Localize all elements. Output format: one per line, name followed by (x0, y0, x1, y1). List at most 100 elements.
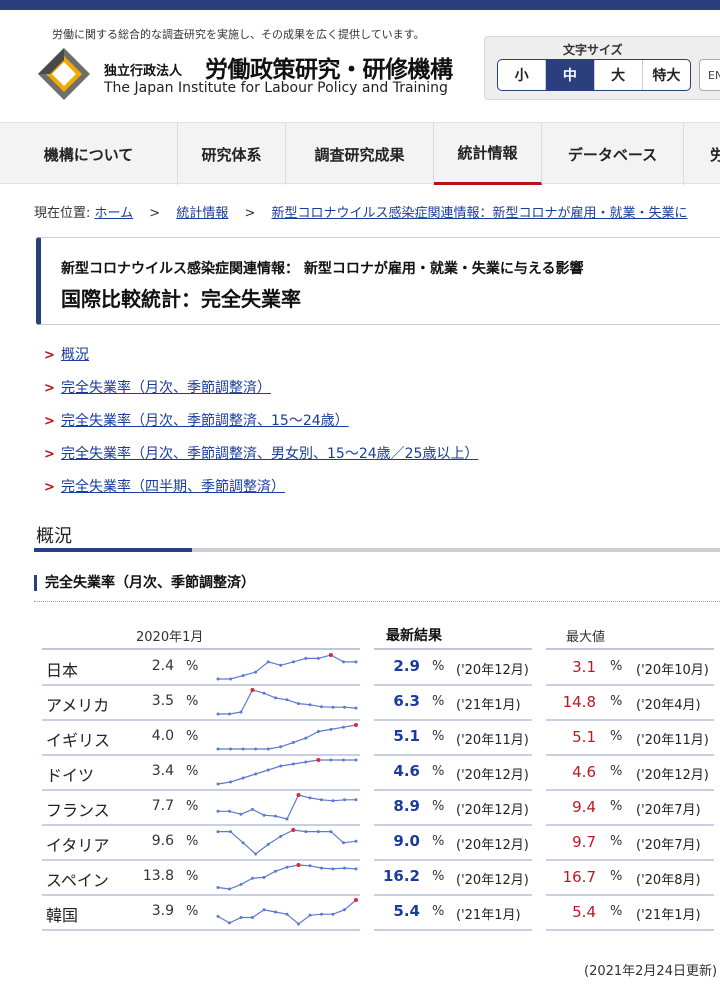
max-date: ('20年12月) (636, 768, 709, 783)
sparkline-point (343, 705, 346, 709)
sparkline-point (216, 747, 220, 751)
anchor-link-monthly-gender[interactable]: 完全失業率（月次、季節調整済、男女別、15～24歳／25歳以上） (61, 446, 478, 462)
font-size-buttons: 小 中 大 特大 (497, 59, 691, 91)
base-value: 3.9 (151, 903, 174, 919)
latest-value: 4.6 (393, 762, 420, 780)
font-size-small-button[interactable]: 小 (498, 60, 547, 90)
sparkline-point (239, 916, 243, 919)
unit: % (186, 904, 199, 919)
chevron-right-icon: > (44, 348, 55, 363)
sparkline-point (229, 780, 232, 784)
breadcrumb-statistics-link[interactable]: 統計情報 (176, 206, 228, 221)
latest-value: 5.4 (393, 902, 420, 920)
unit: % (186, 799, 199, 814)
section-heading: 概況 (36, 526, 72, 547)
unit: % (432, 799, 445, 814)
sparkline-point (228, 712, 231, 716)
sparkline-point (228, 921, 231, 925)
nav-item-database[interactable]: データベース (542, 123, 684, 185)
chevron-right-icon: > (44, 447, 55, 462)
sparkline-point (285, 865, 289, 869)
latest-value: 6.3 (393, 692, 420, 710)
jil-logo-icon[interactable] (36, 46, 92, 102)
country-name: 韓国 (46, 906, 79, 925)
trend-sparkline (216, 793, 358, 821)
page-title-box: 新型コロナウイルス感染症関連情報： 新型コロナが雇用・就業・失業に与える影響 国… (36, 237, 720, 325)
anchor-link-overview[interactable]: 概況 (61, 347, 89, 363)
sparkline-point (274, 814, 277, 818)
sparkline-point (316, 730, 320, 733)
sparkline-point (354, 839, 358, 843)
trend-sparkline (216, 828, 358, 856)
sparkline-point (279, 834, 283, 838)
unit: % (186, 869, 199, 884)
max-date: ('20年11月) (636, 733, 709, 748)
unit: % (610, 659, 623, 674)
unit: % (186, 764, 199, 779)
sparkline-point (279, 764, 283, 768)
breadcrumb-label: 現在位置: (34, 206, 91, 221)
sparkline-point (342, 725, 345, 729)
font-size-large-button[interactable]: 大 (595, 60, 643, 90)
unit: % (432, 869, 445, 884)
sparkline-point (216, 677, 220, 681)
sparkline-point (343, 866, 346, 870)
sparkline-line (217, 899, 357, 925)
unit: % (186, 834, 199, 849)
base-value: 2.4 (151, 658, 174, 674)
breadcrumb-separator: > (149, 206, 161, 221)
sparkline-max-point (354, 723, 358, 727)
breadcrumb-home-link[interactable]: ホーム (95, 206, 134, 221)
sparkline-point (316, 830, 320, 834)
trend-sparkline (216, 758, 358, 786)
org-name[interactable]: 労働政策研究・研修機構 (205, 50, 453, 84)
anchor-link-quarterly[interactable]: 完全失業率（四半期、季節調整済） (61, 479, 285, 495)
max-value: 14.8 (562, 693, 596, 711)
updated-date: (2021年2月24日更新) (584, 964, 718, 979)
font-size-xlarge-button[interactable]: 特大 (643, 60, 690, 90)
chevron-right-icon: > (44, 480, 55, 495)
anchor-link-monthly[interactable]: 完全失業率（月次、季節調整済） (61, 380, 271, 396)
sparkline-point (274, 869, 277, 873)
sparkline-max-point (296, 793, 301, 797)
sparkline-point (329, 758, 333, 762)
sparkline-point (216, 712, 220, 716)
table-row: イタリア 9.6% 9.0% ('20年12月) 9.7% ('20年7月) (42, 825, 720, 861)
breadcrumb-covid-link[interactable]: 新型コロナウイルス感染症関連情報：新型コロナが雇用・就業・失業に (272, 206, 688, 221)
anchor-link-monthly-youth[interactable]: 完全失業率（月次、季節調整済、15～24歳） (61, 413, 349, 429)
country-name: イタリア (46, 836, 110, 855)
nav-item-research-results[interactable]: 調査研究成果 (286, 123, 434, 185)
sparkline-point (266, 747, 270, 751)
latest-date: ('21年1月) (456, 908, 521, 923)
unit: % (610, 869, 623, 884)
nav-item-statistics[interactable]: 統計情報 (434, 123, 542, 185)
nav-item-about[interactable]: 機構について (0, 123, 178, 185)
list-item: > 概況 (44, 344, 478, 377)
english-button[interactable]: EN (699, 59, 720, 91)
latest-value: 16.2 (382, 867, 420, 885)
sparkline-point (308, 864, 312, 868)
max-date: ('20年7月) (636, 803, 701, 818)
sparkline-point (354, 706, 358, 710)
nav-item-research-system[interactable]: 研究体系 (178, 123, 286, 185)
font-size-medium-button[interactable]: 中 (546, 60, 595, 90)
trend-sparkline (216, 688, 358, 716)
country-name: スペイン (46, 871, 109, 890)
sparkline-point (266, 768, 270, 772)
nav-item-labor[interactable]: 労 (684, 123, 720, 185)
list-item: > 完全失業率（四半期、季節調整済） (44, 476, 478, 509)
sparkline-point (291, 762, 295, 766)
sparkline-point (241, 776, 245, 780)
sparkline-point (228, 887, 231, 891)
sparkline-point (239, 812, 243, 816)
site-tagline: 労働に関する総合的な調査研究を実施し、その成果を広く提供しています。 (52, 28, 425, 41)
sparkline-point (304, 736, 308, 740)
unit: % (432, 834, 445, 849)
font-size-title: 文字サイズ (563, 43, 623, 57)
list-item: > 完全失業率（月次、季節調整済） (44, 377, 478, 410)
sparkline-max-point (250, 688, 255, 692)
col-header-latest: 最新結果 (386, 628, 442, 644)
unit: % (432, 904, 445, 919)
latest-date: ('20年12月) (456, 838, 529, 853)
page-anchor-links: > 概況 > 完全失業率（月次、季節調整済） > 完全失業率（月次、季節調整済、15～… (44, 344, 478, 509)
